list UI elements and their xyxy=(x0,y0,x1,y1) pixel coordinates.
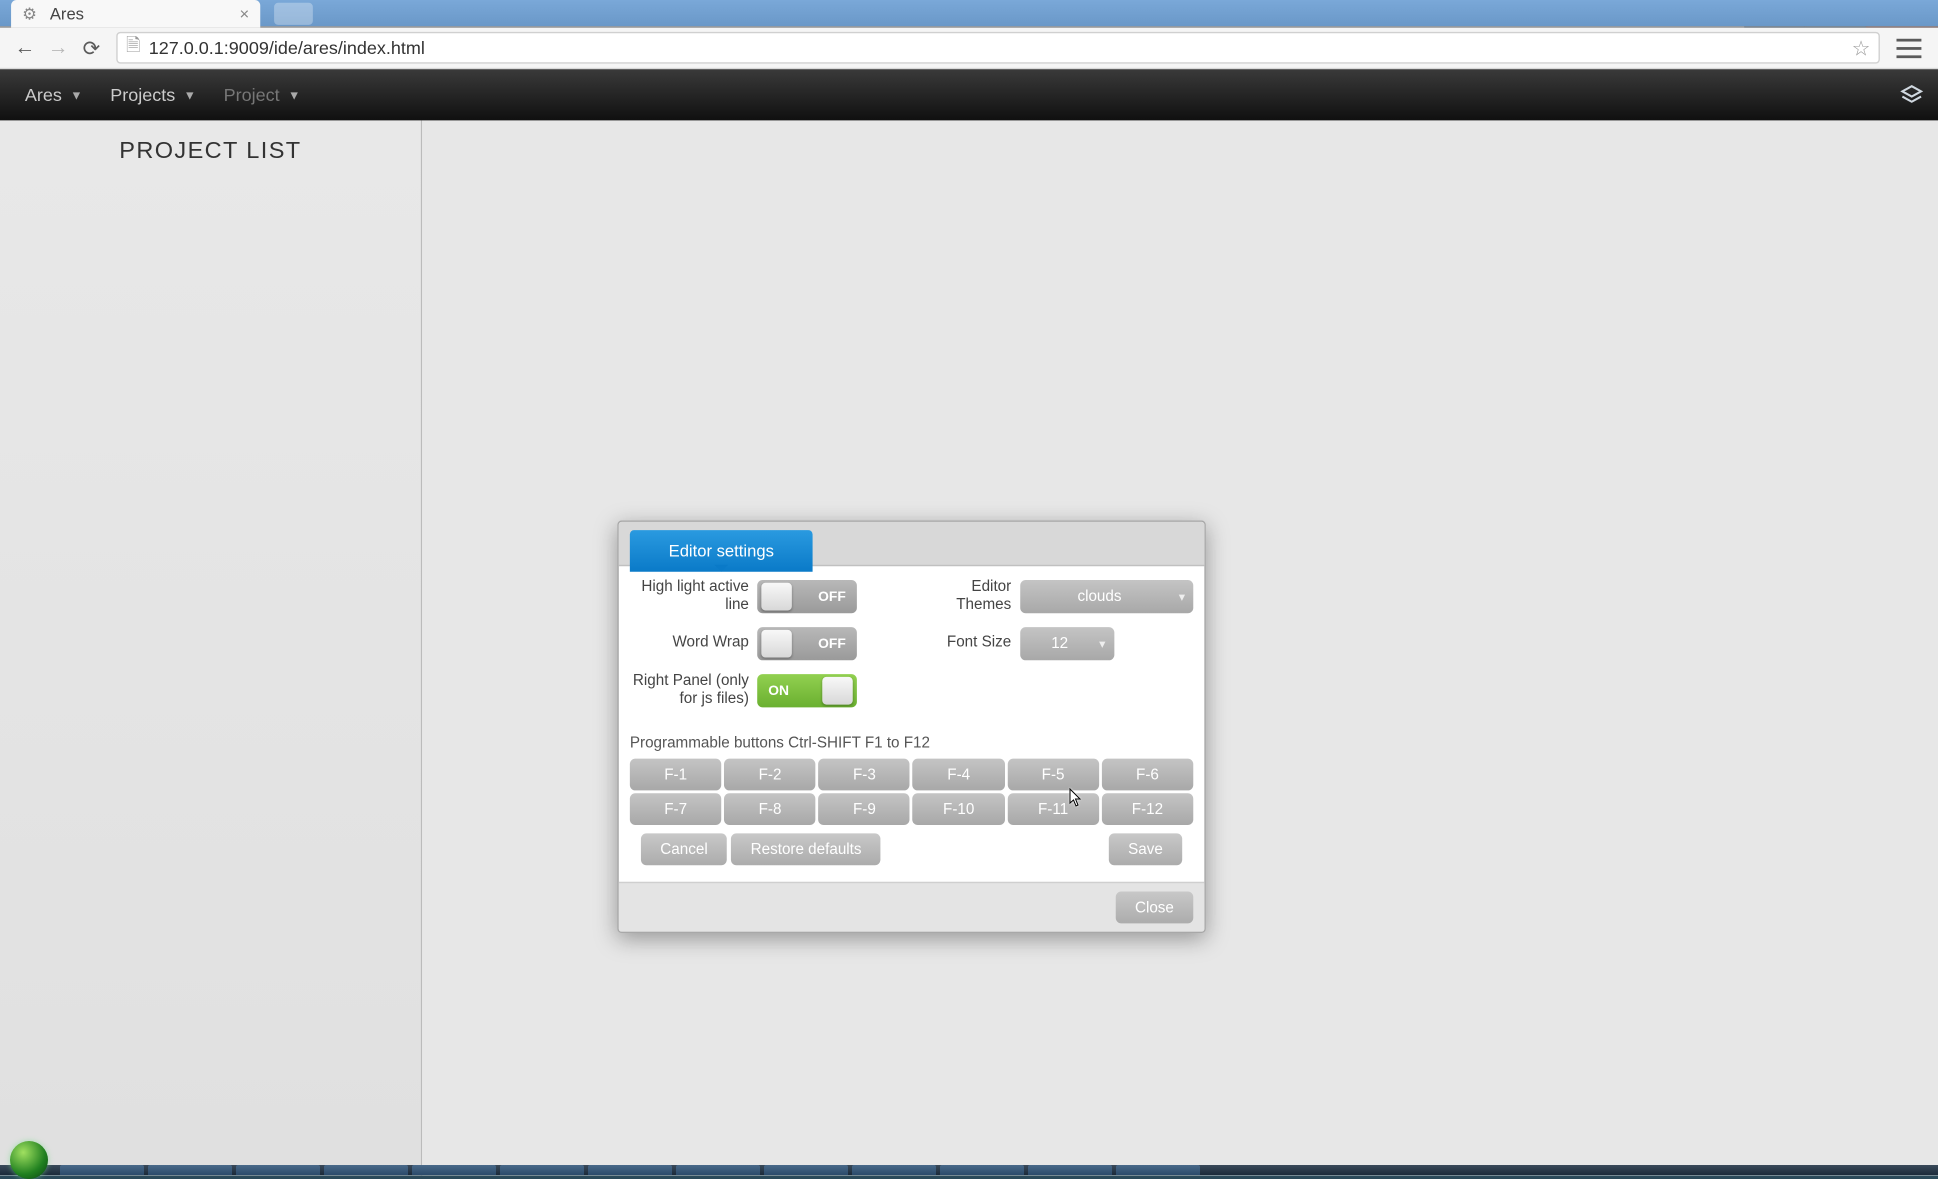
save-button[interactable]: Save xyxy=(1109,833,1182,865)
browser-tabstrip: Ares × xyxy=(0,0,1938,28)
menu-label: Projects xyxy=(110,84,175,105)
select-value: 12 xyxy=(1051,635,1068,652)
chevron-down-icon: ▼ xyxy=(184,88,196,102)
fkey-f2[interactable]: F-2 xyxy=(724,759,816,791)
fkey-f6[interactable]: F-6 xyxy=(1102,759,1194,791)
dialog-action-row: Cancel Restore defaults Save xyxy=(630,825,1193,876)
toggle-knob xyxy=(761,583,791,611)
toggle-knob xyxy=(822,677,852,705)
dialog-tab-label: Editor settings xyxy=(669,541,774,560)
chevron-down-icon: ▼ xyxy=(288,88,300,102)
fkey-f1[interactable]: F-1 xyxy=(630,759,722,791)
fkey-f7[interactable]: F-7 xyxy=(630,793,722,825)
taskbar-item[interactable] xyxy=(236,1165,320,1175)
page-icon: 🗎 xyxy=(126,33,140,63)
menu-label: Ares xyxy=(25,84,62,105)
menu-ares[interactable]: Ares ▼ xyxy=(11,84,96,105)
taskbar-item[interactable] xyxy=(676,1165,760,1175)
select-value: clouds xyxy=(1077,588,1121,605)
cancel-button[interactable]: Cancel xyxy=(641,833,727,865)
menu-project[interactable]: Project ▼ xyxy=(210,84,314,105)
fkey-f5[interactable]: F-5 xyxy=(1007,759,1099,791)
font-size-select[interactable]: 12 xyxy=(1020,627,1114,660)
taskbar-item[interactable] xyxy=(852,1165,936,1175)
fontsize-label: Font Size xyxy=(920,635,1011,653)
close-button[interactable]: Close xyxy=(1116,891,1194,923)
browser-window: Ares × ← → ⟳ 🗎 127.0.0.1:9009/ide/ares/i… xyxy=(0,0,1938,1175)
back-button[interactable]: ← xyxy=(8,31,41,64)
chevron-down-icon: ▼ xyxy=(70,88,82,102)
gear-icon xyxy=(22,4,41,23)
wordwrap-label: Word Wrap xyxy=(630,635,749,653)
themes-label: Editor Themes xyxy=(920,578,1011,615)
app-viewport: Ares ▼ Projects ▼ Project ▼ PROJECT LIST xyxy=(0,69,1938,1175)
fkey-f12[interactable]: F-12 xyxy=(1102,793,1194,825)
browser-tab[interactable]: Ares × xyxy=(11,0,260,28)
new-tab-button[interactable] xyxy=(275,3,314,25)
forward-button[interactable]: → xyxy=(42,31,75,64)
fkey-f11[interactable]: F-11 xyxy=(1007,793,1099,825)
highlight-label: High light active line xyxy=(630,578,749,615)
browser-menu-button[interactable] xyxy=(1896,38,1921,57)
layers-icon[interactable] xyxy=(1896,80,1926,110)
reload-button[interactable]: ⟳ xyxy=(75,31,108,64)
dialog-footer: Close xyxy=(619,882,1205,932)
windows-taskbar[interactable] xyxy=(0,1165,1938,1175)
app-menubar: Ares ▼ Projects ▼ Project ▼ xyxy=(0,69,1938,120)
programmable-heading: Programmable buttons Ctrl-SHIFT F1 to F1… xyxy=(630,735,1193,752)
toggle-state: OFF xyxy=(807,589,857,604)
taskbar-item[interactable] xyxy=(764,1165,848,1175)
toggle-state: OFF xyxy=(807,636,857,651)
dialog-header: Editor settings xyxy=(619,522,1205,566)
fkey-f3[interactable]: F-3 xyxy=(819,759,911,791)
restore-defaults-button[interactable]: Restore defaults xyxy=(731,833,881,865)
taskbar-item[interactable] xyxy=(324,1165,408,1175)
fkey-f10[interactable]: F-10 xyxy=(913,793,1005,825)
highlight-toggle[interactable]: OFF xyxy=(757,580,857,613)
fkey-f4[interactable]: F-4 xyxy=(913,759,1005,791)
menu-label: Project xyxy=(224,84,280,105)
taskbar-items xyxy=(60,1165,1738,1175)
dialog-tab-editor-settings[interactable]: Editor settings xyxy=(630,530,813,572)
toggle-knob xyxy=(761,630,791,658)
fkey-f8[interactable]: F-8 xyxy=(724,793,816,825)
project-sidebar: PROJECT LIST xyxy=(0,120,422,1175)
taskbar-item[interactable] xyxy=(412,1165,496,1175)
rightpanel-label: Right Panel (only for js files) xyxy=(630,673,749,710)
dialog-body: High light active line OFF Word Wrap OFF xyxy=(619,566,1205,882)
editor-settings-dialog: Editor settings High light active line O… xyxy=(617,520,1205,933)
taskbar-item[interactable] xyxy=(588,1165,672,1175)
sidebar-title: PROJECT LIST xyxy=(0,120,421,178)
bookmark-star-icon[interactable]: ☆ xyxy=(1852,35,1871,60)
taskbar-item[interactable] xyxy=(148,1165,232,1175)
close-icon[interactable]: × xyxy=(239,4,249,23)
tab-title: Ares xyxy=(50,4,84,23)
url-text: 127.0.0.1:9009/ide/ares/index.html xyxy=(149,37,425,58)
menu-projects[interactable]: Projects ▼ xyxy=(96,84,209,105)
taskbar-item[interactable] xyxy=(1028,1165,1112,1175)
taskbar-item[interactable] xyxy=(500,1165,584,1175)
start-button[interactable] xyxy=(10,1141,48,1179)
fkey-grid: F-1 F-2 F-3 F-4 F-5 F-6 F-7 F-8 F-9 F-10… xyxy=(630,759,1193,825)
browser-toolbar: ← → ⟳ 🗎 127.0.0.1:9009/ide/ares/index.ht… xyxy=(0,28,1938,70)
editor-themes-select[interactable]: clouds xyxy=(1020,580,1194,613)
toggle-state: ON xyxy=(757,683,800,698)
taskbar-item[interactable] xyxy=(940,1165,1024,1175)
address-bar[interactable]: 🗎 127.0.0.1:9009/ide/ares/index.html ☆ xyxy=(116,32,1880,64)
rightpanel-toggle[interactable]: ON xyxy=(757,674,857,707)
wordwrap-toggle[interactable]: OFF xyxy=(757,627,857,660)
taskbar-item[interactable] xyxy=(60,1165,144,1175)
taskbar-item[interactable] xyxy=(1116,1165,1200,1175)
fkey-f9[interactable]: F-9 xyxy=(819,793,911,825)
